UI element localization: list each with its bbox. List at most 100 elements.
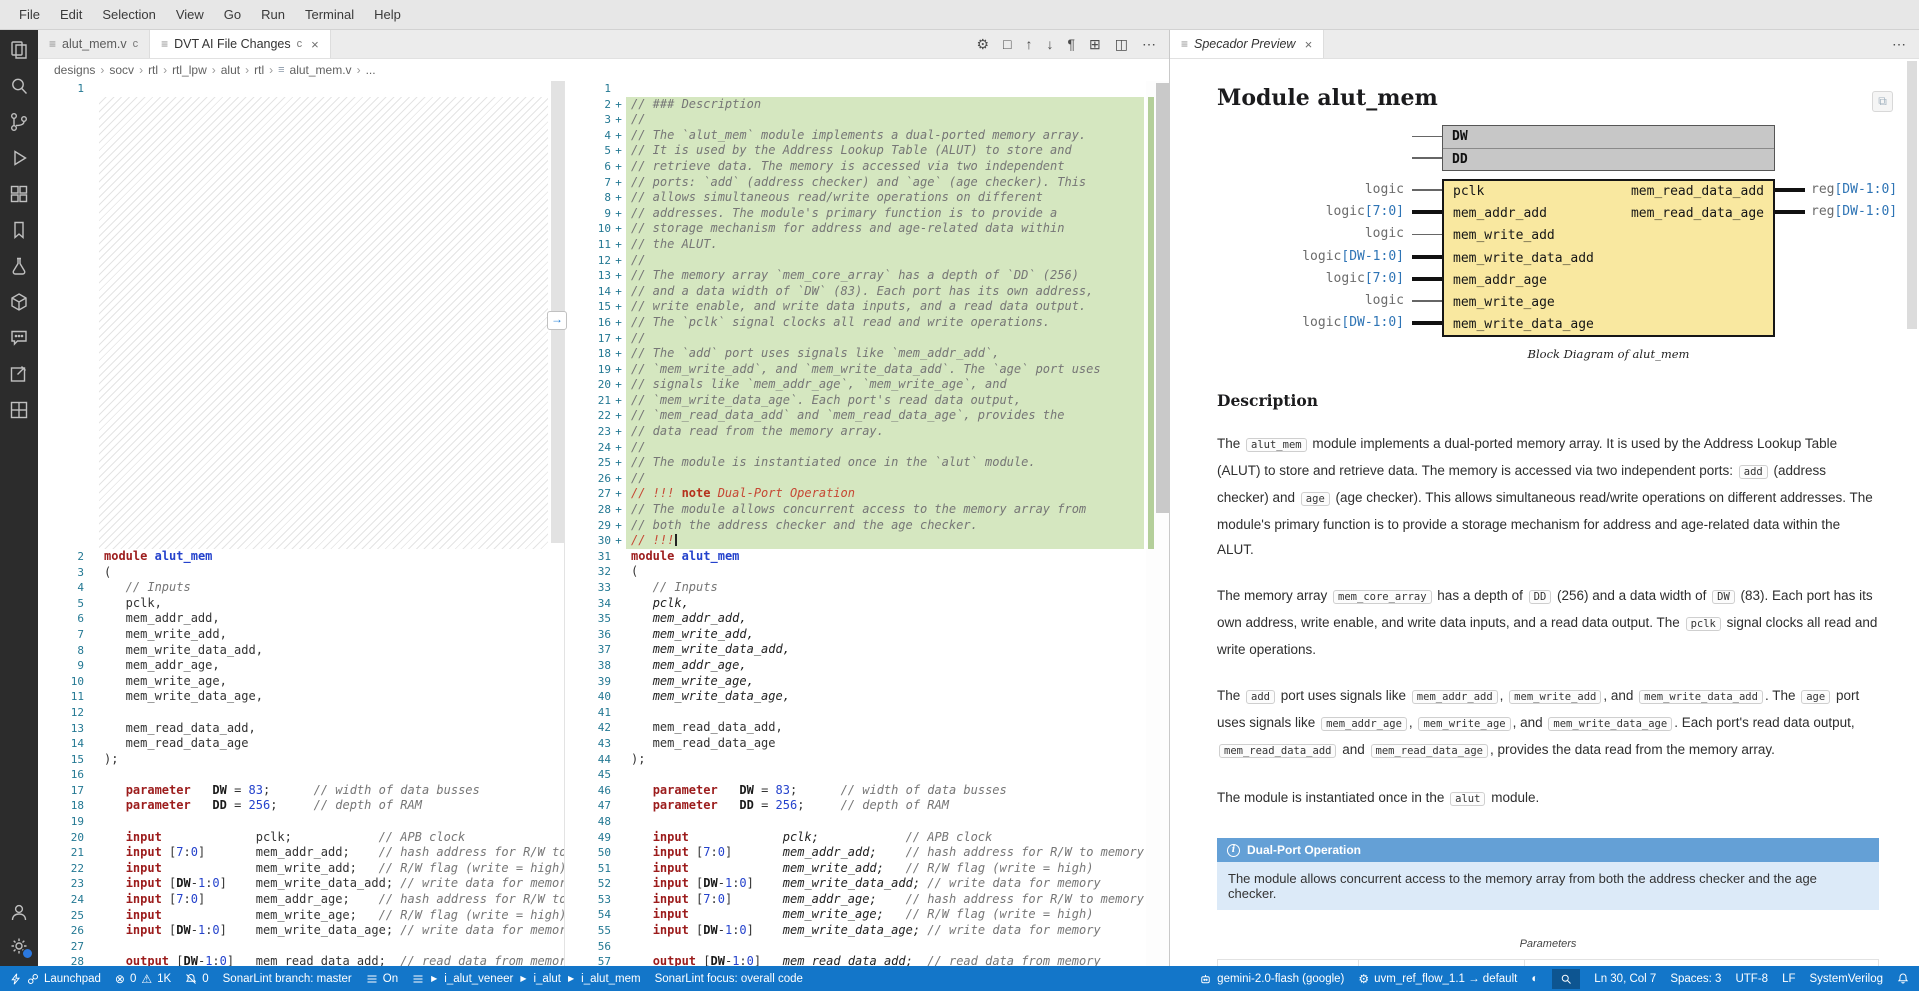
whitespace-icon[interactable]: ¶ <box>1068 37 1076 51</box>
close-icon[interactable]: × <box>1304 37 1312 52</box>
notifications-muted-status[interactable]: 0 <box>185 973 208 985</box>
code-line[interactable]: 22 input mem_write_add; // R/W flag (wri… <box>38 861 564 877</box>
menu-item-terminal[interactable]: Terminal <box>296 4 363 25</box>
layout-icon[interactable] <box>7 398 31 422</box>
next-change-icon[interactable]: ↓ <box>1047 37 1054 51</box>
code-line[interactable]: 20 input pclk; // APB clock <box>38 830 564 846</box>
code-line[interactable]: 1 <box>38 81 564 97</box>
code-line[interactable]: 53 input [7:0] mem_addr_age; // hash add… <box>565 892 1169 908</box>
code-line[interactable]: 50 input [7:0] mem_addr_add; // hash add… <box>565 845 1169 861</box>
overview-ruler[interactable] <box>1146 81 1169 966</box>
code-line[interactable]: 51 input mem_write_add; // R/W flag (wri… <box>565 861 1169 877</box>
breadcrumb-item[interactable]: designs <box>54 63 95 77</box>
menu-item-run[interactable]: Run <box>252 4 294 25</box>
code-line[interactable]: 9+// addresses. The module's primary fun… <box>565 206 1169 222</box>
code-line[interactable]: 18+// The `add` port uses signals like `… <box>565 346 1169 362</box>
code-line[interactable]: 28 output [DW-1:0] mem_read_data_add; //… <box>38 954 564 966</box>
menu-item-selection[interactable]: Selection <box>93 4 164 25</box>
code-line[interactable]: 21+// `mem_write_data_age`. Each port's … <box>565 393 1169 409</box>
ai-model-status[interactable]: gemini-2.0-flash (google) <box>1199 973 1344 985</box>
code-line[interactable]: 12 <box>38 705 564 721</box>
menu-item-edit[interactable]: Edit <box>51 4 91 25</box>
menu-item-help[interactable]: Help <box>365 4 410 25</box>
code-line[interactable]: 20+// signals like `mem_addr_age`, `mem_… <box>565 377 1169 393</box>
code-line[interactable]: 42 mem_read_data_add, <box>565 720 1169 736</box>
dvt-toggle-status[interactable]: On <box>366 973 398 985</box>
breadcrumb-item[interactable]: alut <box>221 63 240 77</box>
code-line[interactable]: 4 // Inputs <box>38 580 564 596</box>
breadcrumb-file[interactable]: alut_mem.v <box>290 63 352 77</box>
comments-icon[interactable] <box>7 326 31 350</box>
code-line[interactable]: 49 input pclk; // APB clock <box>565 830 1169 846</box>
tab-dvt-ai-file-changes[interactable]: ≡ DVT AI File Changes c × <box>150 30 331 58</box>
breadcrumb-item[interactable]: socv <box>109 63 134 77</box>
hierarchy-item[interactable]: i_alut_mem <box>581 973 640 985</box>
open-in-editor-icon[interactable]: ⧉ <box>1872 91 1893 112</box>
previous-change-icon[interactable]: ↑ <box>1026 37 1033 51</box>
code-line[interactable]: 28+// The module allows concurrent acces… <box>565 502 1169 518</box>
map-icon[interactable]: ⊞ <box>1089 37 1101 51</box>
code-line[interactable]: 12+// <box>565 253 1169 269</box>
split-editor-icon[interactable]: ◫ <box>1115 37 1128 51</box>
tab-alut-mem-v[interactable]: ≡ alut_mem.v c <box>38 30 150 58</box>
code-line[interactable]: 22+// `mem_read_data_add` and `mem_read_… <box>565 408 1169 424</box>
diff-original-pane[interactable]: 12module alut_mem3(4 // Inputs5 pclk,6 m… <box>38 81 565 966</box>
code-line[interactable]: 30+// !!! <box>565 533 1169 549</box>
preview-scrollbar[interactable] <box>1907 59 1917 966</box>
code-line[interactable]: 41 <box>565 705 1169 721</box>
revert-block-arrow[interactable]: → <box>547 311 567 330</box>
code-line[interactable]: 52 input [DW-1:0] mem_write_data_add; //… <box>565 876 1169 892</box>
hierarchy-item[interactable]: i_alut_veneer <box>444 973 513 985</box>
more-actions-icon[interactable]: ⋯ <box>1142 37 1156 51</box>
hierarchy-item[interactable]: i_alut <box>533 973 561 985</box>
more-actions-icon[interactable]: ⋯ <box>1892 37 1906 51</box>
breadcrumb-item[interactable]: rtl <box>148 63 158 77</box>
account-icon[interactable] <box>7 900 31 924</box>
bookmarks-icon[interactable] <box>7 218 31 242</box>
code-line[interactable]: 6 mem_addr_add, <box>38 611 564 627</box>
code-line[interactable]: 5+// It is used by the Address Lookup Ta… <box>565 143 1169 159</box>
code-line[interactable]: 4+// The `alut_mem` module implements a … <box>565 128 1169 144</box>
flow-status[interactable]: ⚙ uvm_ref_flow_1.1 → default <box>1358 973 1517 985</box>
code-line[interactable]: 56 <box>565 939 1169 955</box>
code-line[interactable]: 11+// the ALUT. <box>565 237 1169 253</box>
indentation-status[interactable]: Spaces: 3 <box>1670 973 1721 985</box>
gear-icon[interactable]: ⚙ <box>976 37 989 51</box>
explorer-icon[interactable] <box>7 38 31 62</box>
code-line[interactable]: 6+// retrieve data. The memory is access… <box>565 159 1169 175</box>
code-line[interactable]: 34 pclk, <box>565 596 1169 612</box>
code-line[interactable]: 23+// data read from the memory array. <box>565 424 1169 440</box>
code-line[interactable]: 5 pclk, <box>38 596 564 612</box>
eol-status[interactable]: LF <box>1782 973 1795 985</box>
problems-status[interactable]: ⊗0 ⚠1K <box>115 973 171 985</box>
code-line[interactable]: 27 <box>38 939 564 955</box>
code-line[interactable]: 45 <box>565 767 1169 783</box>
testing-icon[interactable] <box>7 254 31 278</box>
code-line[interactable]: 54 input mem_write_age; // R/W flag (wri… <box>565 907 1169 923</box>
code-line[interactable]: 18 parameter DD = 256; // depth of RAM <box>38 798 564 814</box>
code-line[interactable]: 8+// allows simultaneous read/write oper… <box>565 190 1169 206</box>
code-line[interactable]: 32( <box>565 564 1169 580</box>
search-status[interactable] <box>1552 969 1580 989</box>
breadcrumb-item[interactable]: rtl_lpw <box>172 63 207 77</box>
tab-specador-preview[interactable]: ≡ Specador Preview × <box>1170 30 1324 58</box>
code-line[interactable]: 8 mem_write_data_add, <box>38 643 564 659</box>
code-line[interactable]: 44); <box>565 752 1169 768</box>
menu-item-file[interactable]: File <box>10 4 49 25</box>
code-line[interactable]: 36 mem_write_add, <box>565 627 1169 643</box>
code-line[interactable]: 11 mem_write_data_age, <box>38 689 564 705</box>
code-line[interactable]: 25+// The module is instantiated once in… <box>565 455 1169 471</box>
code-line[interactable]: 17+// <box>565 331 1169 347</box>
breadcrumb-more[interactable]: ... <box>366 63 376 77</box>
settings-gear-icon[interactable] <box>7 934 31 958</box>
run-debug-icon[interactable] <box>7 146 31 170</box>
sonarlint-focus-status[interactable]: SonarLint focus: overall code <box>655 973 803 985</box>
code-line[interactable]: 10 mem_write_age, <box>38 674 564 690</box>
code-line[interactable]: 16 <box>38 767 564 783</box>
code-line[interactable]: 24 input [7:0] mem_addr_age; // hash add… <box>38 892 564 908</box>
cursor-position-status[interactable]: Ln 30, Col 7 <box>1594 973 1656 985</box>
code-line[interactable]: 17 parameter DW = 83; // width of data b… <box>38 783 564 799</box>
sonarlint-branch-status[interactable]: SonarLint branch: master <box>223 973 352 985</box>
progress-circle-icon[interactable]: ◐ <box>1531 973 1538 985</box>
code-line[interactable]: 2+// ### Description <box>565 97 1169 113</box>
